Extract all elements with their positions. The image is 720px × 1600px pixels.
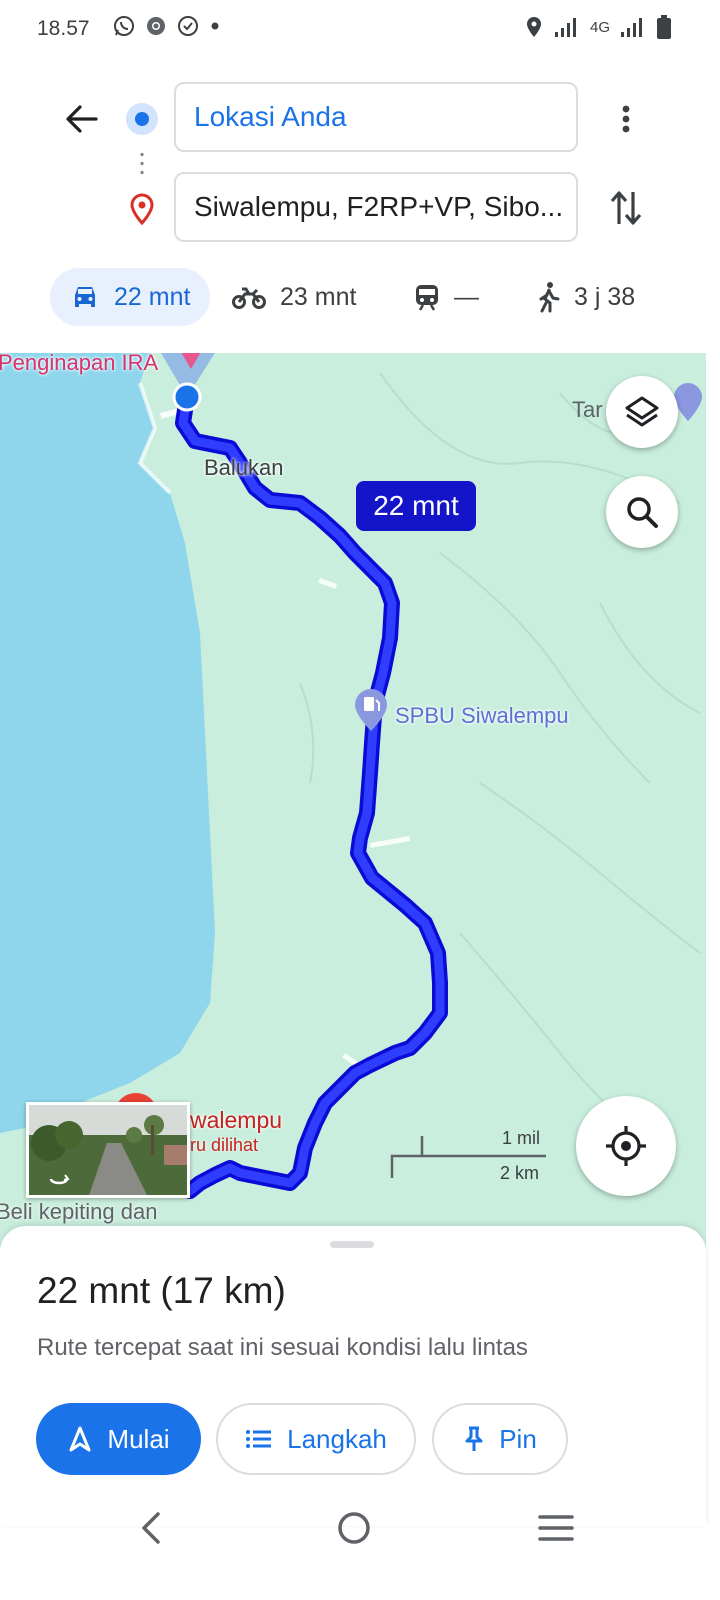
destination-pin-icon	[128, 193, 156, 230]
layers-button[interactable]	[606, 376, 678, 448]
navigation-arrow-icon	[69, 1426, 91, 1452]
arrow-back-icon	[66, 105, 98, 133]
tab-walk[interactable]: 3 j 38	[536, 268, 635, 326]
tab-transit[interactable]: —	[414, 268, 479, 326]
status-time: 18.57	[37, 17, 90, 40]
my-location-button[interactable]	[576, 1096, 676, 1196]
street-view-thumbnail[interactable]	[26, 1102, 190, 1198]
label-partial-place: Tar	[572, 397, 603, 422]
destination-input[interactable]: Siwalempu, F2RP+VP, Sibo...	[174, 172, 578, 242]
status-bar: 18.57 4G	[0, 0, 720, 60]
scale-km-label: 2 km	[500, 1163, 540, 1183]
nav-home-icon[interactable]	[336, 1510, 372, 1546]
origin-location-marker	[172, 382, 202, 412]
battery-icon	[657, 15, 671, 39]
tab-car-label: 22 mnt	[114, 282, 191, 311]
verified-icon	[178, 16, 198, 36]
label-destination-note: ru dilihat	[190, 1135, 259, 1155]
nav-back-icon[interactable]	[136, 1510, 166, 1546]
layers-icon	[625, 396, 659, 427]
label-bottom-left: Beli kepiting dan	[0, 1199, 158, 1224]
train-icon	[416, 285, 438, 311]
label-lodging[interactable]: Penginapan IRA	[0, 353, 158, 376]
network-type: 4G	[589, 18, 610, 36]
walk-icon	[539, 282, 560, 313]
motorcycle-icon	[232, 287, 266, 309]
swap-directions-button[interactable]	[604, 184, 648, 232]
list-icon	[246, 1430, 272, 1448]
route-dots-icon	[140, 150, 144, 178]
steps-button-label: Langkah	[287, 1423, 387, 1454]
street-view-image	[29, 1105, 187, 1195]
tab-transit-label: —	[454, 282, 479, 311]
my-location-icon	[606, 1126, 646, 1166]
label-destination[interactable]: walempu	[190, 1107, 282, 1134]
nav-recents-icon[interactable]	[538, 1514, 574, 1542]
tab-car[interactable]: 22 mnt	[50, 268, 210, 326]
map-search-button[interactable]	[606, 476, 678, 548]
pin-button[interactable]: Pin	[432, 1403, 568, 1475]
tab-motorcycle[interactable]: 23 mnt	[232, 268, 356, 326]
pushpin-icon	[465, 1426, 483, 1451]
start-navigation-button[interactable]: Mulai	[36, 1403, 201, 1475]
location-icon	[526, 17, 541, 37]
scale-miles-label: 1 mil	[502, 1128, 541, 1148]
sheet-drag-handle[interactable]	[330, 1241, 374, 1248]
whatsapp-icon	[114, 16, 134, 36]
route-duration-label[interactable]: 22 mnt	[356, 481, 476, 531]
search-icon	[627, 497, 658, 528]
tab-motorcycle-label: 23 mnt	[280, 282, 357, 311]
system-navigation-bar	[0, 1490, 720, 1600]
label-gas-station[interactable]: SPBU Siwalempu	[395, 703, 569, 729]
label-village: Balukan	[204, 455, 284, 480]
car-icon	[75, 287, 95, 307]
dot-icon	[211, 22, 219, 30]
steps-button[interactable]: Langkah	[216, 1403, 416, 1475]
signal-icon	[621, 18, 642, 37]
chrome-icon	[147, 17, 165, 35]
origin-input[interactable]: Lokasi Anda	[174, 82, 578, 152]
route-description: Rute tercepat saat ini sesuai kondisi la…	[37, 1334, 528, 1361]
back-button[interactable]	[58, 96, 104, 142]
start-button-label: Mulai	[107, 1423, 170, 1454]
origin-dot-icon	[126, 103, 158, 135]
swap-vert-icon	[610, 191, 642, 225]
tab-walk-label: 3 j 38	[574, 282, 636, 311]
more-vert-icon	[622, 105, 630, 133]
route-summary: 22 mnt (17 km)	[37, 1270, 286, 1311]
pin-button-label: Pin	[499, 1423, 537, 1454]
signal-icon	[554, 18, 576, 37]
more-options-button[interactable]	[608, 96, 644, 142]
